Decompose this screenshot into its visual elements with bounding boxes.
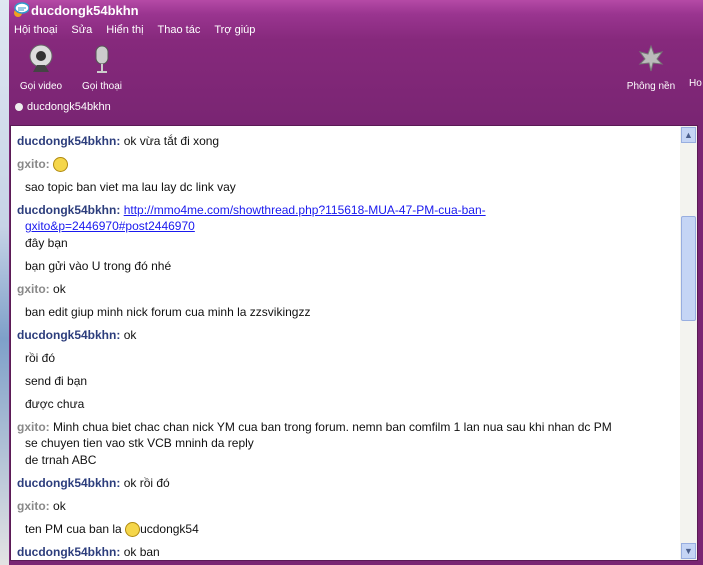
leaf-icon <box>638 44 664 72</box>
menu-view[interactable]: Hiển thị <box>106 24 143 36</box>
sender-name: ducdongk54bkhn: <box>17 134 121 148</box>
sender-name: gxito: <box>17 499 50 513</box>
sender-name: gxito: <box>17 282 50 296</box>
microphone-icon <box>95 45 109 73</box>
message-text: bạn gửi vào U trong đó nhé <box>25 259 172 273</box>
wallpaper-button[interactable]: Phông nền <box>621 44 681 92</box>
wallpaper-label: Phông nền <box>626 81 676 92</box>
message-text: ok ban <box>123 545 160 559</box>
message-text-cont: se chuyen tien vao stk VCB mninh da repl… <box>25 436 254 450</box>
window-title: ducdongk54bkhn <box>31 3 139 18</box>
message-text: ok <box>123 328 137 342</box>
more-button[interactable]: Ho <box>689 44 703 89</box>
sender-name: ducdongk54bkhn: <box>17 476 121 490</box>
contact-name: ducdongk54bkhn <box>27 101 111 113</box>
message-text: ban edit giup minh nick forum cua minh l… <box>25 305 311 319</box>
worried-emoticon-icon <box>53 157 69 173</box>
sender-name: ducdongk54bkhn: <box>17 545 121 559</box>
desktop-background <box>0 0 9 565</box>
message-text: de trnah ABC <box>25 453 97 467</box>
message-text: sao topic ban viet ma lau lay dc link va… <box>25 180 236 194</box>
message-text: Minh chua biet chac chan nick YM cua ban… <box>53 420 612 434</box>
voice-call-button[interactable]: Gọi thoại <box>72 44 132 92</box>
message-text: ok <box>53 282 66 296</box>
message-text: ok rồi đó <box>123 476 170 490</box>
thread-link[interactable]: http://mmo4me.com/showthread.php?115618-… <box>124 203 486 217</box>
chat-history[interactable]: ducdongk54bkhn: ok vừa tắt đi xong gxito… <box>10 125 698 561</box>
menu-actions[interactable]: Thao tác <box>158 24 201 36</box>
menu-conversation[interactable]: Hội thoại <box>14 24 57 36</box>
more-label: Ho <box>689 78 702 89</box>
scroll-up-arrow-icon[interactable]: ▲ <box>681 127 696 143</box>
message-text: ok <box>53 499 66 513</box>
sender-name: ducdongk54bkhn: <box>17 328 121 342</box>
video-call-label: Gọi video <box>19 81 63 92</box>
video-call-button[interactable]: Gọi video <box>11 44 71 92</box>
status-dot-icon <box>15 103 23 111</box>
contact-status: ducdongk54bkhn <box>15 101 111 113</box>
message-text: được chưa <box>25 397 85 411</box>
message-text-after: ucdongk54 <box>140 522 199 536</box>
menu-edit[interactable]: Sửa <box>71 24 92 36</box>
messenger-icon <box>14 2 29 17</box>
menu-help[interactable]: Trợ giúp <box>214 24 255 36</box>
voice-call-label: Gọi thoại <box>81 81 123 92</box>
sender-name: gxito: <box>17 157 50 171</box>
scrollbar-thumb[interactable] <box>681 216 696 321</box>
message-text: ok vừa tắt đi xong <box>123 134 220 148</box>
webcam-icon <box>29 44 53 72</box>
sender-name: gxito: <box>17 420 50 434</box>
scroll-down-arrow-icon[interactable]: ▼ <box>681 543 696 559</box>
message-text: ten PM cua ban la <box>25 522 126 536</box>
menu-bar: Hội thoại Sửa Hiển thị Thao tác Trợ giúp <box>14 24 255 36</box>
vertical-scrollbar[interactable]: ▲ ▼ <box>680 126 697 560</box>
grin-emoticon-icon <box>125 522 141 538</box>
thread-link-cont[interactable]: gxito&p=2446970#post2446970 <box>17 219 195 233</box>
message-text: đây bạn <box>25 236 68 250</box>
message-text: rồi đó <box>25 351 56 365</box>
sender-name: ducdongk54bkhn: <box>17 203 121 217</box>
message-text: send đi bạn <box>25 374 88 388</box>
